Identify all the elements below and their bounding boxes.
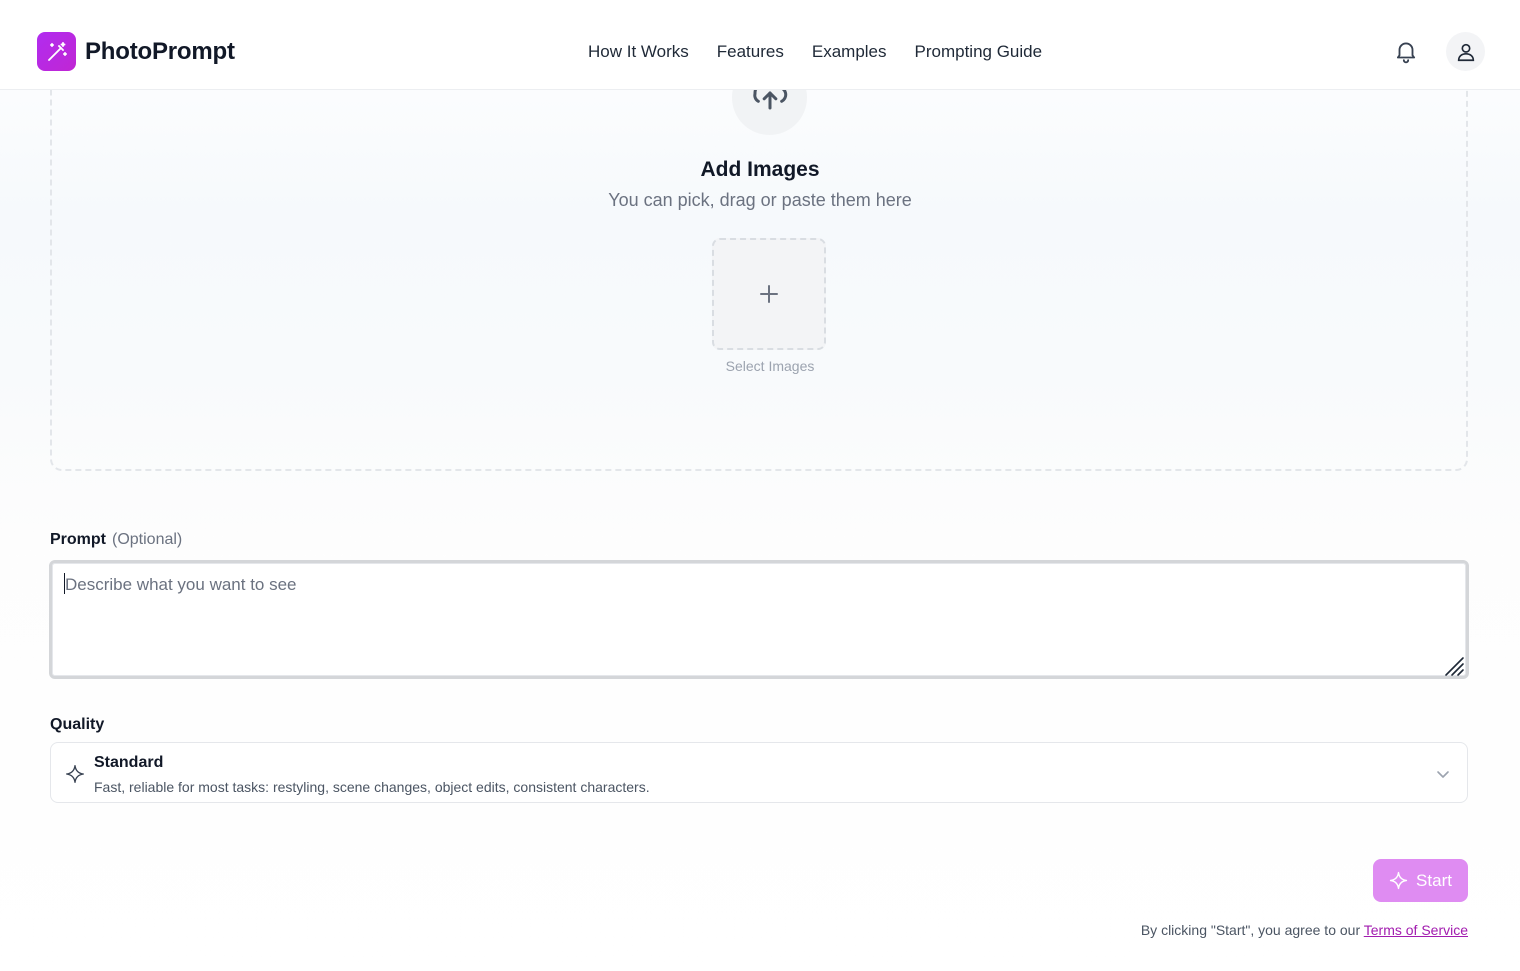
- add-images-title: Add Images: [700, 158, 820, 181]
- add-images-subtitle: You can pick, drag or paste them here: [608, 190, 912, 210]
- select-images-button[interactable]: [712, 238, 826, 350]
- nav-how-it-works[interactable]: How It Works: [588, 42, 689, 62]
- bell-icon[interactable]: [1393, 38, 1419, 64]
- quality-option-description: Fast, reliable for most tasks: restyling…: [94, 779, 650, 795]
- brand-logo[interactable]: PhotoPrompt: [37, 32, 235, 71]
- quality-select[interactable]: Standard Fast, reliable for most tasks: …: [50, 742, 1468, 803]
- resize-handle-icon[interactable]: [1443, 655, 1465, 677]
- terms-notice: By clicking "Start", you agree to our Te…: [1141, 922, 1468, 938]
- magic-wand-icon: [37, 32, 76, 71]
- sparkle-icon: [65, 764, 85, 784]
- quality-option-name: Standard: [94, 754, 164, 771]
- prompt-label-text: Prompt: [50, 531, 106, 548]
- user-icon[interactable]: [1446, 32, 1485, 71]
- nav-prompting-guide[interactable]: Prompting Guide: [915, 42, 1043, 62]
- nav-features[interactable]: Features: [717, 42, 784, 62]
- prompt-input[interactable]: [49, 560, 1469, 679]
- brand-name: PhotoPrompt: [85, 37, 235, 65]
- sparkle-icon: [1389, 871, 1408, 890]
- start-button-label: Start: [1416, 870, 1452, 890]
- start-button[interactable]: Start: [1373, 859, 1468, 902]
- nav-examples[interactable]: Examples: [812, 42, 887, 62]
- chevron-down-icon: [1435, 767, 1451, 779]
- main-nav: How It Works Features Examples Prompting…: [588, 42, 1070, 62]
- top-header: PhotoPrompt How It Works Features Exampl…: [0, 0, 1520, 90]
- prompt-optional-text: (Optional): [112, 531, 183, 548]
- prompt-label: Prompt (Optional): [50, 531, 182, 549]
- plus-icon: [760, 285, 778, 303]
- select-images-label: Select Images: [725, 358, 815, 374]
- terms-text: By clicking "Start", you agree to our: [1140, 922, 1364, 938]
- terms-of-service-link[interactable]: Terms of Service: [1364, 922, 1468, 938]
- quality-label: Quality: [50, 716, 105, 733]
- text-caret: [64, 573, 65, 594]
